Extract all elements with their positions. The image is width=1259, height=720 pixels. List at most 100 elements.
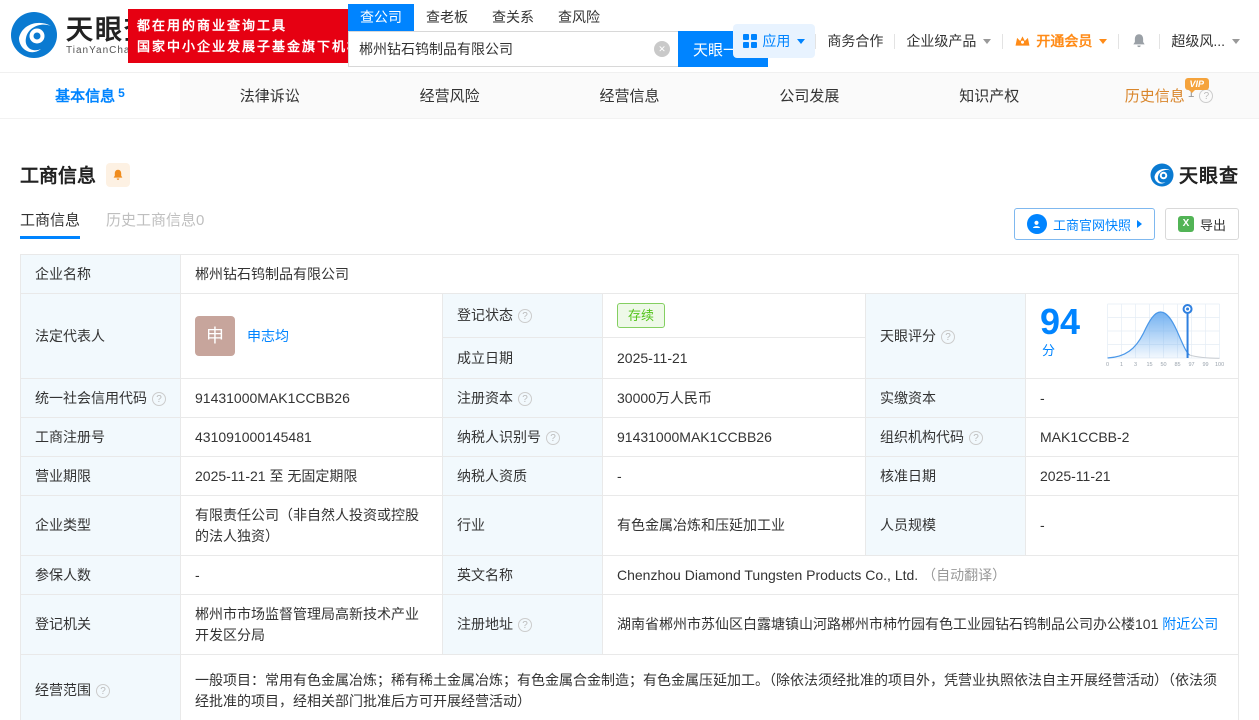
- field-label-approval-date: 核准日期: [865, 456, 1026, 496]
- field-label-score: 天眼评分: [865, 293, 1026, 379]
- monitor-bell-icon[interactable]: [106, 162, 131, 187]
- subtab-history-business-info[interactable]: 历史工商信息0: [106, 209, 204, 239]
- field-label-reg-capital: 注册资本: [442, 378, 603, 418]
- help-icon[interactable]: [518, 309, 532, 324]
- search-tab-boss[interactable]: 查老板: [414, 4, 480, 31]
- watermark-text: 天眼查: [1178, 166, 1239, 187]
- search-tab-relation[interactable]: 查关系: [480, 4, 546, 31]
- credit-code-value: 91431000MAK1CCBB26: [180, 378, 443, 418]
- avatar: 申: [195, 316, 235, 356]
- field-label-insured-count: 参保人数: [20, 555, 181, 595]
- nearby-companies-link[interactable]: 附近公司: [1162, 616, 1218, 632]
- staff-size-value: -: [1024, 495, 1240, 556]
- help-icon[interactable]: [518, 391, 532, 406]
- help-icon[interactable]: [1199, 88, 1214, 103]
- nav-apps[interactable]: 应用: [733, 24, 816, 58]
- official-snapshot-button[interactable]: 工商官网快照: [1013, 208, 1155, 240]
- help-icon[interactable]: [546, 430, 560, 445]
- nav-business-coop[interactable]: 商务合作: [816, 31, 894, 51]
- tab-legal-proceedings[interactable]: 法律诉讼: [180, 73, 360, 118]
- nav-enterprise-products[interactable]: 企业级产品: [895, 31, 1002, 51]
- field-label-english-name: 英文名称: [442, 555, 603, 595]
- tab-count: 5: [118, 85, 125, 100]
- search-block: 查公司 查老板 查关系 查风险 ✕ 天眼一下: [348, 4, 768, 67]
- reg-number-value: 431091000145481: [180, 417, 443, 457]
- help-icon[interactable]: [518, 618, 532, 632]
- field-label-text: 统一社会信用代码: [35, 389, 147, 406]
- legal-rep-link[interactable]: 申志均: [247, 326, 289, 347]
- field-label-company-name: 企业名称: [20, 254, 181, 294]
- field-label-text: 天眼评分: [880, 327, 936, 344]
- help-icon[interactable]: [969, 430, 983, 445]
- help-icon[interactable]: [941, 329, 955, 344]
- table-row: 统一社会信用代码 91431000MAK1CCBB26 注册资本 30000万人…: [20, 378, 1240, 418]
- tab-history-info[interactable]: VIP 历史信息 1: [1079, 73, 1259, 118]
- business-info-table: 企业名称 郴州钻石钨制品有限公司 法定代表人 申 申志均 登记状态 存续 天眼评…: [20, 254, 1240, 720]
- score-axis-tick: 85: [1174, 362, 1180, 368]
- business-term-value: 2025-11-21 至 无固定期限: [180, 456, 443, 496]
- export-button[interactable]: X 导出: [1164, 208, 1239, 240]
- section-title: 工商信息: [20, 166, 97, 187]
- notification-bell-icon[interactable]: [1119, 32, 1159, 50]
- nav-open-vip[interactable]: 开通会员: [1003, 31, 1118, 51]
- chevron-down-icon: [1099, 38, 1108, 44]
- establish-date-value: 2025-11-21: [602, 337, 866, 379]
- english-name-value: Chenzhou Diamond Tungsten Products Co., …: [617, 566, 919, 583]
- brand-slogan: 都在用的商业查询工具 国家中小企业发展子基金旗下机构: [128, 9, 372, 63]
- nav-super-risk-label: 超级风...: [1171, 33, 1225, 49]
- nav-business-coop-label: 商务合作: [827, 33, 884, 49]
- tab-intellectual-property[interactable]: 知识产权: [899, 73, 1079, 118]
- company-name-value: 郴州钻石钨制品有限公司: [179, 254, 1240, 294]
- score-axis-tick: 0: [1106, 362, 1109, 368]
- tab-basic-info[interactable]: 基本信息 5: [0, 73, 180, 118]
- score-distribution-chart: 0 1 3 15 50 85 97 99 100: [1106, 303, 1224, 368]
- main-content: 工商信息 天眼查 工商信息 历史工商信息0 工商官网快照 X 导出 企业名称 郴…: [0, 161, 1259, 720]
- tab-company-development[interactable]: 公司发展: [719, 73, 899, 118]
- score-axis-tick: 100: [1215, 362, 1224, 368]
- status-badge: 存续: [617, 303, 666, 329]
- business-scope-value: 一般项目：常用有色金属冶炼；稀有稀土金属冶炼；有色金属合金制造；有色金属压延加工…: [179, 654, 1240, 720]
- slogan-line2: 国家中小企业发展子基金旗下机构: [137, 39, 363, 54]
- company-type-value: 有限责任公司（非自然人投资或控股的法人独资）: [180, 495, 443, 556]
- crown-icon: [1015, 36, 1030, 46]
- search-input[interactable]: [348, 31, 678, 67]
- subtab-business-info[interactable]: 工商信息: [20, 209, 81, 239]
- reg-status-cell: 存续: [602, 292, 866, 339]
- score-axis-ticks: 0 1 3 15 50 85 97 99 100: [1106, 362, 1224, 368]
- reg-authority-value: 郴州市市场监督管理局高新技术产业开发区分局: [180, 594, 443, 655]
- field-label-text: 纳税人识别号: [457, 428, 541, 445]
- table-row: 参保人数 - 英文名称 Chenzhou Diamond Tungsten Pr…: [20, 555, 1240, 595]
- help-icon[interactable]: [152, 391, 166, 406]
- reg-address-value: 湖南省郴州市苏仙区白露塘镇山河路郴州市柿竹园有色工业园钻石钨制品公司办公楼101: [617, 616, 1159, 632]
- table-row: 营业期限 2025-11-21 至 无固定期限 纳税人资质 - 核准日期 202…: [20, 456, 1240, 496]
- score-cell: 94分 0 1 3 15 50 85 97 99 100: [1024, 293, 1240, 379]
- field-label-paid-capital: 实缴资本: [865, 378, 1026, 418]
- field-label-business-scope: 经营范围: [20, 654, 181, 720]
- export-button-label: 导出: [1199, 217, 1226, 233]
- tab-operating-info[interactable]: 经营信息: [540, 73, 720, 118]
- chevron-down-icon: [1232, 38, 1240, 44]
- tianyancha-logo-icon: [10, 11, 58, 59]
- nav-enterprise-products-label: 企业级产品: [906, 33, 977, 49]
- clear-search-icon[interactable]: ✕: [654, 41, 670, 57]
- tab-label: 法律诉讼: [239, 88, 300, 105]
- field-label-text: 经营范围: [35, 682, 91, 698]
- table-row: 经营范围 一般项目：常用有色金属冶炼；稀有稀土金属冶炼；有色金属合金制造；有色金…: [20, 654, 1240, 720]
- taxpayer-quality-value: -: [602, 456, 866, 496]
- table-row: 法定代表人 申 申志均 登记状态 存续 天眼评分 94分: [20, 292, 1240, 379]
- score-axis-tick: 97: [1188, 362, 1194, 368]
- field-label-reg-authority: 登记机关: [20, 594, 181, 655]
- search-tab-risk[interactable]: 查风险: [546, 4, 612, 31]
- tianyancha-watermark: 天眼查: [1150, 161, 1239, 188]
- help-icon[interactable]: [96, 684, 110, 698]
- field-label-establish-date: 成立日期: [442, 337, 603, 379]
- score-unit: 分: [1042, 343, 1056, 358]
- search-tab-company[interactable]: 查公司: [348, 4, 414, 31]
- nav-super-risk[interactable]: 超级风...: [1160, 31, 1251, 51]
- approval-date-value: 2025-11-21: [1024, 456, 1240, 496]
- score-axis-tick: 15: [1146, 362, 1152, 368]
- score-axis-tick: 3: [1134, 362, 1137, 368]
- field-label-org-code: 组织机构代码: [865, 417, 1026, 457]
- excel-icon: X: [1177, 216, 1194, 232]
- tab-operating-risk[interactable]: 经营风险: [360, 73, 540, 118]
